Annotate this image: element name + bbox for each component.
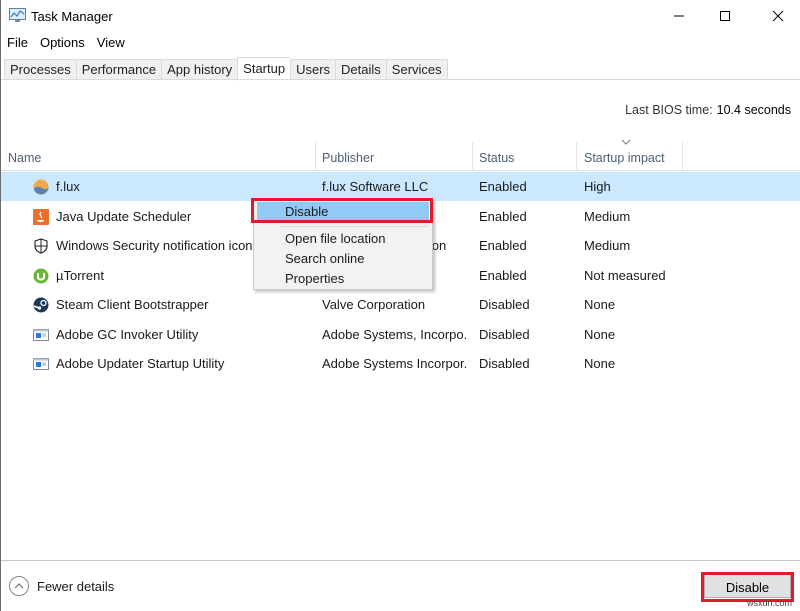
context-menu: Disable Open file location Search online…	[253, 198, 433, 290]
menu-view[interactable]: View	[91, 33, 131, 53]
context-menu-open-file-location[interactable]: Open file location	[257, 229, 429, 250]
chevron-up-icon	[9, 576, 29, 596]
row-status: Disabled	[479, 326, 530, 342]
tab-processes[interactable]: Processes	[4, 59, 76, 80]
bios-time: Last BIOS time: 10.4 seconds	[625, 103, 791, 117]
close-button[interactable]	[755, 0, 800, 32]
tab-services[interactable]: Services	[385, 59, 448, 80]
tab-details[interactable]: Details	[335, 59, 386, 80]
column-header-name[interactable]: Name	[1, 142, 316, 170]
bios-time-value: 10.4 seconds	[716, 103, 791, 117]
table-row[interactable]: Adobe GC Invoker Utility Adobe Systems, I…	[1, 320, 800, 349]
maximize-icon	[720, 11, 730, 21]
content-divider	[1, 79, 800, 80]
context-menu-search-online[interactable]: Search online	[257, 249, 429, 270]
maximize-button[interactable]	[702, 0, 748, 32]
column-header-status[interactable]: Status	[472, 142, 577, 170]
task-manager-window: Task Manager File Options View Processes…	[0, 0, 800, 611]
app-window-icon	[33, 327, 49, 343]
close-icon	[772, 10, 784, 22]
row-name: f.lux	[56, 179, 80, 194]
footer-divider	[1, 560, 800, 561]
row-status: Disabled	[479, 297, 530, 312]
app-window-icon	[33, 356, 49, 372]
column-header-startup-impact[interactable]: Startup impact	[577, 142, 683, 170]
row-status: Enabled	[479, 208, 527, 224]
tab-performance[interactable]: Performance	[75, 59, 162, 80]
tab-strip: Processes Performance App history Startu…	[4, 57, 448, 81]
task-manager-icon	[9, 8, 26, 23]
row-startup-impact: None	[584, 326, 616, 342]
context-menu-properties[interactable]: Properties	[257, 269, 429, 290]
fewer-details-toggle[interactable]: Fewer details	[9, 576, 114, 596]
menu-file[interactable]: File	[1, 33, 34, 53]
watermark: wsxdn.com	[747, 598, 793, 608]
table-row[interactable]: Adobe Updater Startup Utility Adobe Syste…	[1, 349, 800, 378]
steam-icon	[33, 297, 49, 313]
row-startup-impact: High	[584, 179, 611, 194]
java-icon	[33, 208, 49, 225]
row-status: Enabled	[479, 238, 527, 253]
row-startup-impact: Medium	[584, 238, 631, 253]
flux-icon	[33, 179, 49, 195]
row-publisher: f.lux Software LLC	[322, 179, 429, 194]
utorrent-icon	[33, 268, 49, 284]
row-publisher: Adobe Systems Incorpor...	[322, 356, 468, 371]
table-header: Name Publisher Status Startup impact	[1, 142, 800, 171]
window-title: Task Manager	[31, 9, 113, 24]
row-publisher: Adobe Systems, Incorpo...	[322, 326, 468, 342]
row-status: Enabled	[479, 179, 527, 194]
column-header-publisher[interactable]: Publisher	[315, 142, 473, 170]
row-startup-impact: Not measured	[584, 267, 666, 283]
minimize-button[interactable]	[656, 0, 702, 32]
shield-icon	[33, 238, 49, 254]
fewer-details-label: Fewer details	[37, 578, 115, 594]
row-name: Adobe Updater Startup Utility	[56, 356, 225, 371]
menu-bar: File Options View	[1, 33, 131, 53]
tab-startup[interactable]: Startup	[237, 57, 291, 81]
row-startup-impact: Medium	[584, 208, 631, 224]
context-menu-separator	[280, 226, 428, 227]
row-name: Adobe GC Invoker Utility	[56, 326, 199, 342]
row-name: Steam Client Bootstrapper	[56, 297, 209, 312]
tab-users[interactable]: Users	[290, 59, 336, 80]
menu-options[interactable]: Options	[34, 33, 91, 53]
table-row[interactable]: Steam Client Bootstrapper Valve Corporati…	[1, 290, 800, 319]
row-status: Enabled	[479, 267, 527, 283]
minimize-icon	[674, 15, 684, 17]
table-row[interactable]: f.lux f.lux Software LLC Enabled High	[1, 172, 800, 201]
disable-button[interactable]: Disable	[704, 574, 791, 598]
row-startup-impact: None	[584, 356, 616, 371]
row-publisher: Valve Corporation	[322, 297, 426, 312]
tab-app-history[interactable]: App history	[161, 59, 238, 80]
row-status: Disabled	[479, 356, 530, 371]
bios-time-label: Last BIOS time:	[625, 103, 713, 117]
context-menu-disable[interactable]: Disable	[257, 202, 429, 223]
title-bar: Task Manager	[1, 0, 800, 32]
row-startup-impact: None	[584, 297, 616, 312]
